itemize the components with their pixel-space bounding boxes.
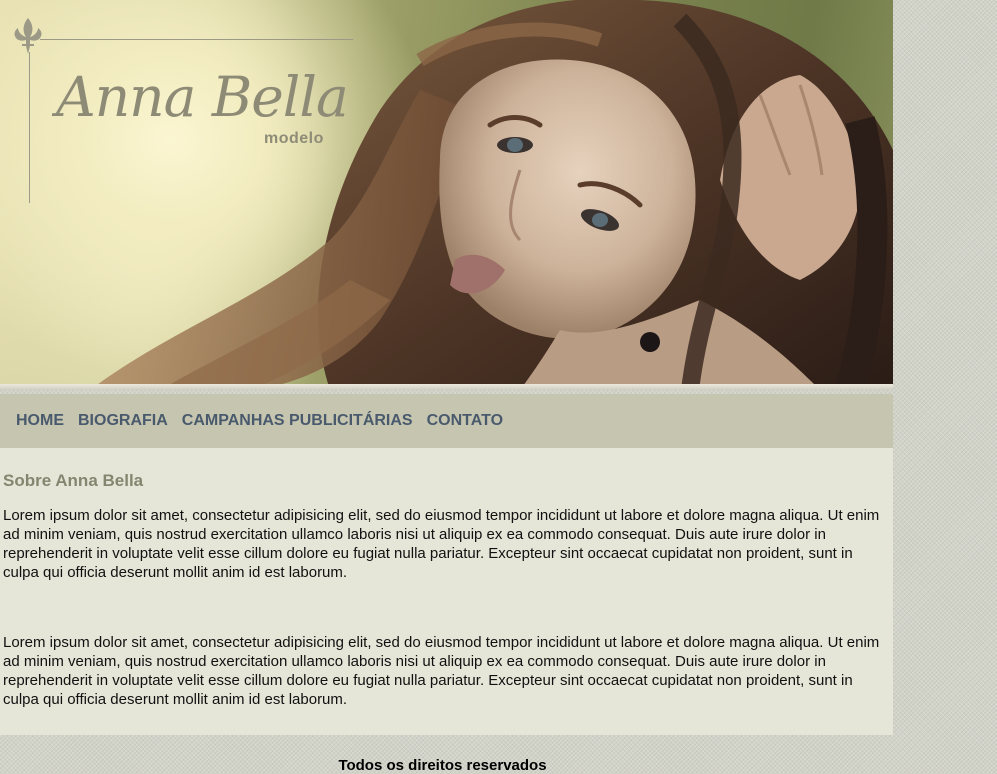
portrait-photo: [90, 0, 893, 390]
logo-vertical-rule: [29, 52, 30, 203]
page-title: Sobre Anna Bella: [3, 471, 144, 490]
logo-horizontal-rule: [40, 39, 353, 40]
nav-item-contato[interactable]: CONTATO: [427, 412, 503, 430]
paragraph: Lorem ipsum dolor sit amet, consectetur …: [3, 507, 880, 581]
main-content: Sobre Anna Bella Lorem ipsum dolor sit a…: [0, 448, 893, 735]
nav-item-home[interactable]: HOME: [16, 412, 64, 430]
main-navigation: HOME BIOGRAFIA CAMPANHAS PUBLICITÁRIAS C…: [0, 394, 893, 448]
paragraph: Lorem ipsum dolor sit amet, consectetur …: [3, 634, 880, 708]
fleur-de-lis-icon: [14, 18, 42, 54]
site-container: Anna Bella modelo HOME BIOGRAFIA CAMPANH…: [0, 0, 893, 774]
logo-subtitle: modelo: [264, 130, 324, 147]
nav-item-campanhas[interactable]: CAMPANHAS PUBLICITÁRIAS: [182, 412, 413, 430]
footer-copyright: Todos os direitos reservados: [338, 757, 547, 774]
nav-item-biografia[interactable]: BIOGRAFIA: [78, 412, 168, 430]
logo-name: Anna Bella: [56, 65, 349, 129]
header-banner: Anna Bella modelo: [0, 0, 893, 390]
footer: Todos os direitos reservados: [0, 735, 893, 774]
